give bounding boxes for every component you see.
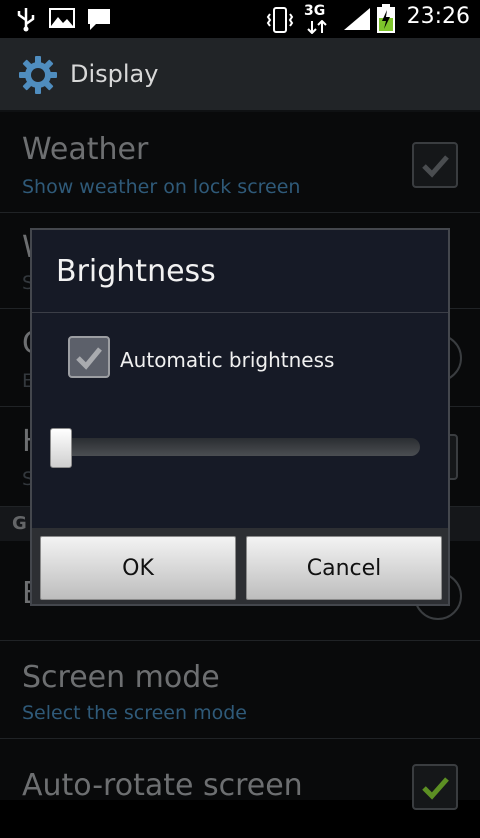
automatic-brightness-checkbox[interactable] — [68, 336, 110, 378]
vibrate-icon — [266, 7, 294, 33]
check-icon — [422, 777, 449, 800]
check-icon — [422, 155, 449, 178]
screen-mode-row[interactable]: Screen mode Select the screen mode — [0, 640, 480, 739]
page-title: Display — [70, 60, 159, 88]
ok-button[interactable]: OK — [40, 536, 236, 600]
cancel-button[interactable]: Cancel — [246, 536, 442, 600]
action-bar: Display — [0, 38, 480, 112]
section-header-label: G — [12, 513, 27, 534]
weather-title: Weather — [22, 132, 149, 167]
message-icon — [88, 9, 110, 30]
screen-mode-subtitle: Select the screen mode — [22, 702, 247, 724]
status-bar: 3G 23:26 — [0, 0, 480, 38]
weather-subtitle: Show weather on lock screen — [22, 176, 301, 198]
network-type-label: 3G — [304, 3, 326, 19]
dialog-title: Brightness — [56, 254, 216, 289]
brightness-slider[interactable] — [52, 438, 420, 456]
auto-rotate-checkbox[interactable] — [412, 764, 458, 810]
brightness-dialog: Brightness Automatic brightness OK Cance… — [30, 228, 450, 606]
check-icon — [76, 347, 102, 370]
usb-icon — [17, 8, 35, 32]
weather-setting-row[interactable]: Weather Show weather on lock screen — [0, 112, 480, 213]
dialog-button-bar: OK Cancel — [32, 528, 448, 604]
auto-rotate-row[interactable]: Auto-rotate screen — [0, 738, 480, 838]
dialog-divider — [32, 312, 448, 313]
status-time: 23:26 — [406, 4, 470, 29]
data-arrows-icon — [307, 20, 327, 34]
gallery-icon — [49, 8, 75, 28]
gear-icon[interactable] — [18, 55, 58, 95]
brightness-slider-thumb[interactable] — [50, 428, 72, 468]
auto-rotate-title: Auto-rotate screen — [22, 768, 303, 803]
weather-checkbox[interactable] — [412, 142, 458, 188]
battery-charging-icon — [377, 4, 395, 33]
screen-mode-title: Screen mode — [22, 660, 220, 695]
signal-icon — [344, 8, 370, 30]
automatic-brightness-label[interactable]: Automatic brightness — [120, 348, 334, 372]
